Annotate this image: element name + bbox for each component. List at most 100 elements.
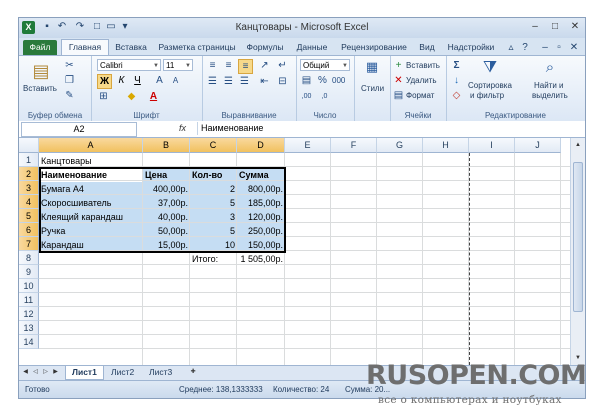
vertical-scrollbar[interactable]: ▲ ▼ xyxy=(570,138,585,365)
cell-d3[interactable]: 800,00р. xyxy=(237,182,285,196)
cell-b3[interactable]: 400,00р. xyxy=(143,182,190,196)
sheet-tab-2[interactable]: Лист2 xyxy=(105,366,140,379)
cut-icon[interactable]: ✂ xyxy=(63,59,76,72)
orientation-icon[interactable]: ↗ xyxy=(258,59,271,72)
decrease-indent-icon[interactable]: ⇤ xyxy=(258,75,271,88)
cell-c2[interactable]: Кол-во xyxy=(190,168,222,182)
column-header-i[interactable]: I xyxy=(469,138,515,153)
worksheet-grid[interactable]: ABCDEFGHIJ 1 2 3 4 5 6 7 8 9 10 11 12 13 14 Канцтовар… xyxy=(19,138,585,365)
scroll-up-icon[interactable]: ▲ xyxy=(573,140,583,150)
cell-d8[interactable]: 1 505,00р. xyxy=(237,252,285,266)
cell-c5[interactable]: 3 xyxy=(190,210,237,224)
cell-d2[interactable]: Сумма xyxy=(237,168,269,182)
sort-filter-button[interactable]: Сортировка xyxy=(468,81,512,90)
cell-c7[interactable]: 10 xyxy=(190,238,237,252)
column-header-e[interactable]: E xyxy=(285,138,331,153)
number-format-select[interactable]: Общий ▼ xyxy=(300,59,350,71)
tab-addins[interactable]: Надстройки xyxy=(443,40,499,55)
thousands-icon[interactable]: 000 xyxy=(332,74,345,87)
select-all-corner[interactable] xyxy=(19,138,39,153)
insert-cells-button[interactable]: Вставить xyxy=(406,61,440,70)
merge-cells-icon[interactable]: ⊟ xyxy=(276,75,289,88)
cell-a3[interactable]: Бумага А4 xyxy=(39,182,84,196)
cell-b4[interactable]: 37,00р. xyxy=(143,196,190,210)
column-header-d[interactable]: D xyxy=(237,138,285,153)
name-box[interactable]: A2 xyxy=(21,122,137,137)
cell-b7[interactable]: 15,00р. xyxy=(143,238,190,252)
format-cells-icon[interactable]: ▤ xyxy=(392,89,405,102)
tab-formulas[interactable]: Формулы xyxy=(243,40,287,55)
doc-close-icon[interactable]: ✕ xyxy=(568,42,580,54)
align-center-icon[interactable]: ☰ xyxy=(222,75,235,88)
paste-icon[interactable]: ▤ xyxy=(31,60,51,82)
insert-sheet-icon[interactable]: ✚ xyxy=(187,367,199,378)
format-painter-icon[interactable]: ✎ xyxy=(63,89,76,102)
row-header-7[interactable]: 7 xyxy=(19,237,39,251)
tab-data[interactable]: Данные xyxy=(291,40,333,55)
sheet-tab-1[interactable]: Лист1 xyxy=(65,366,104,380)
last-sheet-icon[interactable]: ▶ xyxy=(51,367,60,378)
cell-d7[interactable]: 150,00р. xyxy=(237,238,285,252)
prev-sheet-icon[interactable]: ◁ xyxy=(31,367,40,378)
decrease-decimal-icon[interactable]: ,0 xyxy=(318,90,331,103)
row-header-8[interactable]: 8 xyxy=(19,251,39,265)
scroll-thumb[interactable] xyxy=(573,162,583,312)
cell-a2[interactable]: Наименование xyxy=(39,168,107,182)
doc-minimize-icon[interactable]: – xyxy=(539,42,551,54)
cell-d5[interactable]: 120,00р. xyxy=(237,210,285,224)
row-header-11[interactable]: 11 xyxy=(19,293,39,307)
first-sheet-icon[interactable]: ◀ xyxy=(21,367,30,378)
cell-b5[interactable]: 40,00р. xyxy=(143,210,190,224)
tab-view[interactable]: Вид xyxy=(415,40,439,55)
find-select-button-line2[interactable]: выделить xyxy=(532,91,568,100)
cell-a7[interactable]: Карандаш xyxy=(39,238,84,252)
minimize-icon[interactable]: – xyxy=(525,20,545,34)
sheet-tab-3[interactable]: Лист3 xyxy=(143,366,178,379)
insert-function-icon[interactable]: fx xyxy=(179,123,186,133)
underline-button[interactable]: Ч xyxy=(131,74,144,87)
row-header-13[interactable]: 13 xyxy=(19,321,39,335)
align-left-icon[interactable]: ☰ xyxy=(206,75,219,88)
find-select-icon[interactable]: ⌕ xyxy=(540,58,560,78)
cell-a1[interactable]: Канцтовары xyxy=(39,154,92,168)
format-cells-button[interactable]: Формат xyxy=(406,91,434,100)
doc-restore-icon[interactable]: ▫ xyxy=(553,42,565,54)
copy-icon[interactable]: ❐ xyxy=(63,74,76,87)
borders-icon[interactable]: ⊞ xyxy=(97,90,110,103)
column-header-c[interactable]: C xyxy=(190,138,237,153)
tab-review[interactable]: Рецензирование xyxy=(337,40,411,55)
sort-filter-button-line2[interactable]: и фильтр xyxy=(470,91,504,100)
row-header-14[interactable]: 14 xyxy=(19,335,39,349)
cell-c8[interactable]: Итого: xyxy=(190,252,218,266)
row-header-3[interactable]: 3 xyxy=(19,181,39,195)
increase-font-icon[interactable]: A xyxy=(153,74,166,87)
formula-input[interactable]: Наименование xyxy=(197,122,573,135)
align-top-icon[interactable]: ≡ xyxy=(206,59,219,72)
minimize-ribbon-icon[interactable]: ▵ xyxy=(505,42,517,54)
paste-button[interactable]: Вставить xyxy=(23,84,57,93)
cell-c4[interactable]: 5 xyxy=(190,196,237,210)
cell-d4[interactable]: 185,00р. xyxy=(237,196,285,210)
tab-file[interactable]: Файл xyxy=(23,40,57,55)
tab-insert[interactable]: Вставка xyxy=(111,40,151,55)
maximize-icon[interactable]: □ xyxy=(545,20,565,34)
align-middle-icon[interactable]: ≡ xyxy=(222,59,235,72)
styles-icon[interactable]: ▦ xyxy=(364,60,380,76)
fill-color-icon[interactable]: ◆ xyxy=(125,90,138,103)
column-header-a[interactable]: A xyxy=(39,138,143,153)
row-header-6[interactable]: 6 xyxy=(19,223,39,237)
column-header-f[interactable]: F xyxy=(331,138,377,153)
clear-icon[interactable]: ◇ xyxy=(450,89,463,102)
tab-page-layout[interactable]: Разметка страницы xyxy=(155,40,239,55)
row-header-10[interactable]: 10 xyxy=(19,279,39,293)
cell-c3[interactable]: 2 xyxy=(190,182,237,196)
row-header-9[interactable]: 9 xyxy=(19,265,39,279)
column-header-b[interactable]: B xyxy=(143,138,190,153)
wrap-text-icon[interactable]: ↵ xyxy=(276,59,289,72)
align-right-icon[interactable]: ☰ xyxy=(238,75,251,88)
italic-button[interactable]: К xyxy=(115,74,128,87)
cell-a4[interactable]: Скоросшиватель xyxy=(39,196,111,210)
insert-cells-icon[interactable]: + xyxy=(392,59,405,72)
next-sheet-icon[interactable]: ▷ xyxy=(41,367,50,378)
cell-a5[interactable]: Клеящий карандаш xyxy=(39,210,123,224)
